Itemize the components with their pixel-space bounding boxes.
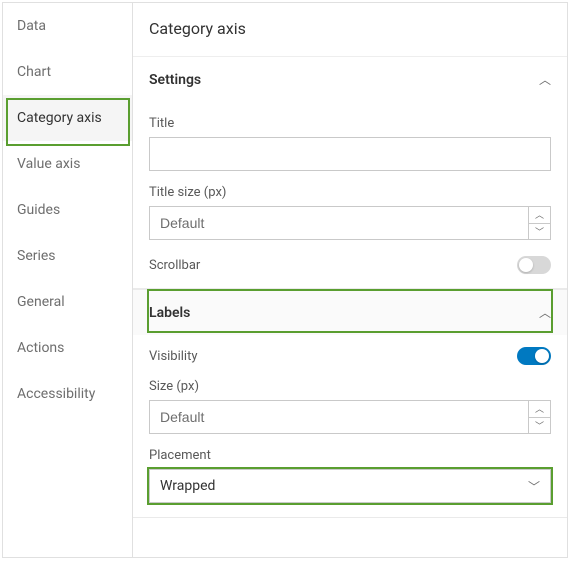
title-input[interactable] bbox=[149, 137, 551, 171]
sidebar-item-accessibility[interactable]: Accessibility bbox=[3, 371, 132, 417]
scrollbar-toggle[interactable] bbox=[517, 256, 551, 274]
settings-header[interactable]: Settings ︿ bbox=[133, 57, 567, 102]
labels-size-stepper[interactable]: ︿ ﹀ bbox=[149, 400, 551, 434]
sidebar-item-series[interactable]: Series bbox=[3, 233, 132, 279]
settings-title: Settings bbox=[149, 72, 201, 88]
sidebar-item-value-axis[interactable]: Value axis bbox=[3, 141, 132, 187]
visibility-toggle[interactable] bbox=[517, 347, 551, 365]
chevron-down-icon: ﹀ bbox=[528, 478, 540, 495]
sidebar-item-general[interactable]: General bbox=[3, 279, 132, 325]
sidebar-item-actions[interactable]: Actions bbox=[3, 325, 132, 371]
sidebar-item-chart[interactable]: Chart bbox=[3, 49, 132, 95]
toggle-knob bbox=[519, 258, 533, 272]
chevron-up-icon: ︿ bbox=[539, 71, 551, 88]
title-size-up-button[interactable]: ︿ bbox=[529, 207, 550, 224]
sidebar-item-data[interactable]: Data bbox=[3, 3, 132, 49]
chevron-up-icon: ︿ bbox=[539, 304, 551, 321]
sidebar: Data Chart Category axis Value axis Guid… bbox=[3, 3, 133, 557]
title-size-label: Title size (px) bbox=[149, 185, 551, 200]
title-label: Title bbox=[149, 116, 551, 131]
labels-size-label: Size (px) bbox=[149, 379, 551, 394]
sidebar-item-guides[interactable]: Guides bbox=[3, 187, 132, 233]
labels-header[interactable]: Labels ︿ bbox=[133, 289, 567, 335]
title-size-input[interactable] bbox=[150, 207, 528, 239]
title-size-down-button[interactable]: ﹀ bbox=[529, 224, 550, 240]
visibility-label: Visibility bbox=[149, 349, 198, 364]
labels-title: Labels bbox=[149, 305, 190, 321]
config-panel: Data Chart Category axis Value axis Guid… bbox=[2, 2, 568, 558]
placement-label: Placement bbox=[149, 448, 551, 463]
settings-section: Settings ︿ Title Title size (px) ︿ ﹀ bbox=[133, 57, 567, 289]
scrollbar-label: Scrollbar bbox=[149, 258, 200, 273]
toggle-knob bbox=[535, 349, 549, 363]
labels-size-up-button[interactable]: ︿ bbox=[529, 401, 550, 418]
placement-select[interactable]: Wrapped ﹀ bbox=[149, 469, 551, 503]
labels-size-down-button[interactable]: ﹀ bbox=[529, 418, 550, 434]
sidebar-item-category-axis[interactable]: Category axis bbox=[3, 95, 132, 141]
labels-section: Labels ︿ Visibility Size (px) ︿ bbox=[133, 289, 567, 518]
title-size-stepper[interactable]: ︿ ﹀ bbox=[149, 206, 551, 240]
page-title: Category axis bbox=[133, 3, 567, 57]
main-content: Category axis Settings ︿ Title Title siz… bbox=[133, 3, 567, 557]
placement-value: Wrapped bbox=[160, 478, 215, 494]
labels-size-input[interactable] bbox=[150, 401, 528, 433]
